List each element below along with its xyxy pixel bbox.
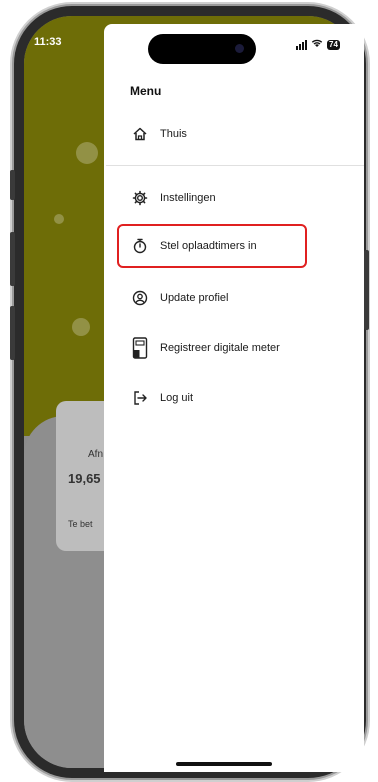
menu-item-label: Instellingen bbox=[160, 192, 216, 204]
menu-item-label: Stel oplaadtimers in bbox=[160, 240, 257, 252]
home-icon bbox=[130, 124, 150, 144]
menu-title: Menu bbox=[130, 84, 162, 98]
background-decoration bbox=[76, 142, 98, 164]
background-decoration bbox=[54, 214, 64, 224]
signal-icon bbox=[296, 39, 307, 50]
background-card-label: Afn bbox=[88, 449, 104, 460]
phone-volume-down-button bbox=[10, 306, 15, 360]
status-icons: 74 bbox=[296, 38, 340, 51]
menu-item-label: Registreer digitale meter bbox=[160, 342, 280, 354]
dynamic-island bbox=[148, 34, 256, 64]
phone-volume-up-button bbox=[10, 232, 15, 286]
phone-side-button bbox=[10, 170, 15, 200]
background-card-value: 19,65 bbox=[68, 471, 101, 486]
menu-item-label: Log uit bbox=[160, 392, 194, 404]
background-card-label-2: Te bet bbox=[68, 519, 93, 529]
phone-power-button bbox=[364, 250, 369, 330]
menu-item-update-profiel[interactable]: Update profiel bbox=[130, 286, 229, 310]
battery-icon: 74 bbox=[327, 39, 340, 50]
gear-icon bbox=[130, 188, 150, 208]
menu-item-label: Update profiel bbox=[160, 292, 229, 304]
meter-icon bbox=[130, 337, 150, 359]
wifi-icon bbox=[311, 38, 323, 51]
home-indicator[interactable] bbox=[176, 762, 272, 766]
menu-item-log-uit[interactable]: Log uit bbox=[130, 386, 193, 410]
menu-item-instellingen[interactable]: Instellingen bbox=[130, 186, 216, 210]
menu-item-registreer-digitale-meter[interactable]: Registreer digitale meter bbox=[130, 336, 280, 360]
background-decoration bbox=[72, 318, 90, 336]
timer-icon bbox=[130, 236, 150, 256]
profile-icon bbox=[130, 288, 150, 308]
status-time: 11:33 bbox=[34, 36, 62, 48]
menu-item-stel-oplaadtimers-in[interactable]: Stel oplaadtimers in bbox=[130, 234, 257, 258]
menu-divider bbox=[106, 165, 364, 166]
menu-item-thuis[interactable]: Thuis bbox=[130, 122, 187, 146]
camera-icon bbox=[235, 44, 244, 53]
menu-item-label: Thuis bbox=[160, 128, 187, 140]
logout-icon bbox=[130, 388, 150, 408]
